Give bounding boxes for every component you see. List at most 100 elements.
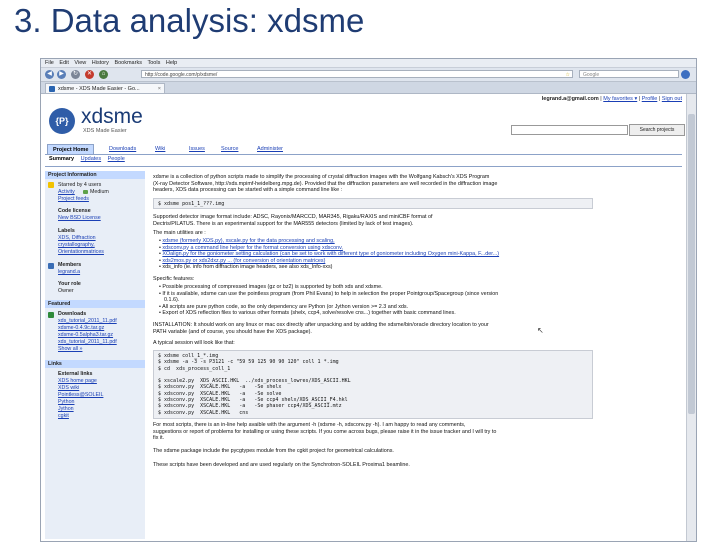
project-search-input[interactable] — [511, 125, 628, 135]
list-item: • Export of XDS reflection files to vari… — [159, 310, 456, 317]
download-link[interactable]: xds_tutorial_2011_11.pdf — [58, 339, 117, 346]
scrollbar-thumb[interactable] — [688, 114, 695, 414]
menu-bar: File Edit View History Bookmarks Tools H… — [41, 59, 696, 68]
menu-edit[interactable]: Edit — [59, 59, 68, 67]
favicon-icon — [49, 86, 55, 92]
soleil-note: These scripts have been developed and ar… — [153, 462, 410, 468]
sidebar: Project Information Starred by 4 users A… — [45, 171, 145, 539]
list-item: • If it is available, xdsme can use the … — [159, 290, 499, 297]
nav-toolbar: ◀ ▶ ↻ ✕ ⌂ http://code.google.com/p/xdsme… — [41, 68, 696, 82]
my-favorites-link[interactable]: My favorites ▾ — [603, 96, 637, 102]
cgkit-note: The xdsme package include the pycgtypes … — [153, 448, 394, 454]
close-tab-icon[interactable]: × — [158, 84, 161, 94]
members-label: Members — [58, 262, 82, 268]
vertical-scrollbar[interactable] — [686, 94, 696, 541]
starred-count: Starred by 4 users — [58, 182, 102, 188]
activity-link[interactable]: Activity — [58, 189, 75, 196]
header-divider — [45, 166, 682, 167]
project-feeds-link[interactable]: Project feeds — [58, 196, 89, 203]
menu-bookmarks[interactable]: Bookmarks — [114, 59, 142, 67]
code-line: $ xdsconv.py XSCALE.HKL cns — [158, 409, 249, 416]
external-link[interactable]: XDS home page — [58, 378, 97, 385]
project-tabs: Project Home Downloads Wiki Issues Sourc… — [45, 144, 682, 155]
subnav-summary[interactable]: Summary — [49, 156, 74, 162]
forward-arrow-icon[interactable]: ▶ — [57, 70, 66, 79]
external-link[interactable]: Jython — [58, 406, 74, 413]
mouse-cursor-icon: ↖ — [537, 326, 544, 335]
browser-tab[interactable]: xdsme - XDS Made Easier - Go... × — [45, 83, 165, 93]
url-text: http://code.google.com/p/xdsme/ — [145, 72, 218, 78]
list-item: • xdsme (formerly XDS.py), xscale.py for… — [159, 238, 335, 244]
external-link[interactable]: Pointless@SOLEIL — [58, 392, 103, 399]
your-role-label: Your role — [58, 281, 81, 287]
label-link[interactable]: crystallography, — [58, 242, 95, 249]
specific-heading: Specific features: — [153, 276, 195, 282]
utilities-heading: The main utilities are : — [153, 230, 206, 236]
download-link[interactable]: xdsme-0.4.9c.tar.gz — [58, 325, 104, 332]
utilities-list: • xdsme (formerly XDS.py), xscale.py for… — [159, 238, 591, 271]
subnav-updates[interactable]: Updates — [81, 156, 102, 162]
sign-out-link[interactable]: Sign out — [662, 96, 682, 102]
menu-view[interactable]: View — [74, 59, 86, 67]
menu-help[interactable]: Help — [166, 59, 177, 67]
subnav-people[interactable]: People — [108, 156, 125, 162]
list-item: • xds2mos.py or xds2dxz.py ... (for conv… — [159, 257, 326, 264]
tab-downloads[interactable]: Downloads — [109, 144, 136, 154]
list-item: • XOalign.py for the goniometer setting … — [159, 251, 500, 258]
tab-issues[interactable]: Issues — [189, 144, 205, 154]
profile-link[interactable]: Profile — [642, 96, 658, 102]
tab-administer[interactable]: Administer — [257, 144, 283, 154]
external-link[interactable]: XDS wiki — [58, 385, 79, 392]
featured-heading: Featured — [45, 300, 145, 308]
tab-wiki[interactable]: Wiki — [155, 144, 165, 154]
session-heading: A typical session will look like that: — [153, 340, 235, 346]
external-link[interactable]: cgkit — [58, 413, 69, 420]
search-projects-button[interactable]: Search projects — [629, 124, 685, 136]
role-value: Owner — [58, 288, 74, 294]
external-link[interactable]: Python — [58, 399, 75, 406]
bookmark-star-icon[interactable]: ☆ — [566, 71, 570, 79]
supported-formats: Supported detector image format include:… — [153, 214, 433, 227]
home-icon[interactable]: ⌂ — [99, 70, 108, 79]
activity-level: Medium — [90, 189, 109, 195]
list-item: • All scripts are pure python code, so t… — [159, 303, 409, 310]
menu-tools[interactable]: Tools — [147, 59, 160, 67]
web-search-input[interactable]: Google — [579, 70, 679, 78]
downloads-icon — [48, 312, 54, 318]
address-bar[interactable]: http://code.google.com/p/xdsme/ ☆ — [141, 70, 573, 78]
back-arrow-icon[interactable]: ◀ — [45, 70, 54, 79]
slide-title: 3. Data analysis: xdsme — [14, 2, 365, 39]
account-bar: legrand.a@gmail.com | My favorites ▾ | P… — [541, 96, 682, 102]
search-engine-icon[interactable] — [681, 70, 690, 79]
download-link[interactable]: xdsme-0.5alpha3.tar.gz — [58, 332, 113, 339]
download-link[interactable]: xds_tutorial_2011_11.pdf — [58, 318, 117, 325]
tab-project-home[interactable]: Project Home — [47, 144, 95, 154]
reload-icon[interactable]: ↻ — [71, 70, 80, 79]
intro-paragraph: xdsme is a collection of python scripts … — [153, 174, 498, 194]
project-logo[interactable]: {P} — [49, 108, 75, 134]
project-info-heading: Project Information — [45, 171, 145, 179]
specific-list: • Possible processing of compressed imag… — [159, 284, 591, 317]
command-example: $ xdsme pos1_1_???.img — [153, 198, 593, 209]
web-page: legrand.a@gmail.com | My favorites ▾ | P… — [41, 94, 686, 541]
label-link[interactable]: XDS, Diffraction — [58, 235, 96, 242]
stop-icon[interactable]: ✕ — [85, 70, 94, 79]
downloads-label: Downloads — [58, 311, 87, 317]
browser-screenshot: File Edit View History Bookmarks Tools H… — [40, 58, 697, 542]
member-link[interactable]: legrand.a — [58, 269, 80, 276]
tab-source[interactable]: Source — [221, 144, 238, 154]
labels-label: Labels — [58, 228, 75, 234]
session-code-block: $ xdsme coll_1_*.img $ xdsme -a -3 -s P31… — [153, 350, 593, 419]
subnav: Summary Updates People — [49, 156, 125, 162]
menu-file[interactable]: File — [45, 59, 54, 67]
activity-meter-icon — [83, 190, 88, 194]
menu-history[interactable]: History — [92, 59, 109, 67]
show-all-link[interactable]: Show all » — [58, 346, 82, 353]
installation-text: INSTALLATION: It should work on any linu… — [153, 322, 489, 335]
project-name[interactable]: xdsme — [81, 105, 143, 129]
tab-strip: xdsme - XDS Made Easier - Go... × — [41, 82, 696, 94]
license-link[interactable]: New BSD License — [58, 215, 101, 222]
external-links-label: External links — [58, 371, 93, 377]
project-summary: XDS Made Easier — [83, 128, 127, 134]
label-link[interactable]: Orientationmatrices — [58, 249, 104, 256]
